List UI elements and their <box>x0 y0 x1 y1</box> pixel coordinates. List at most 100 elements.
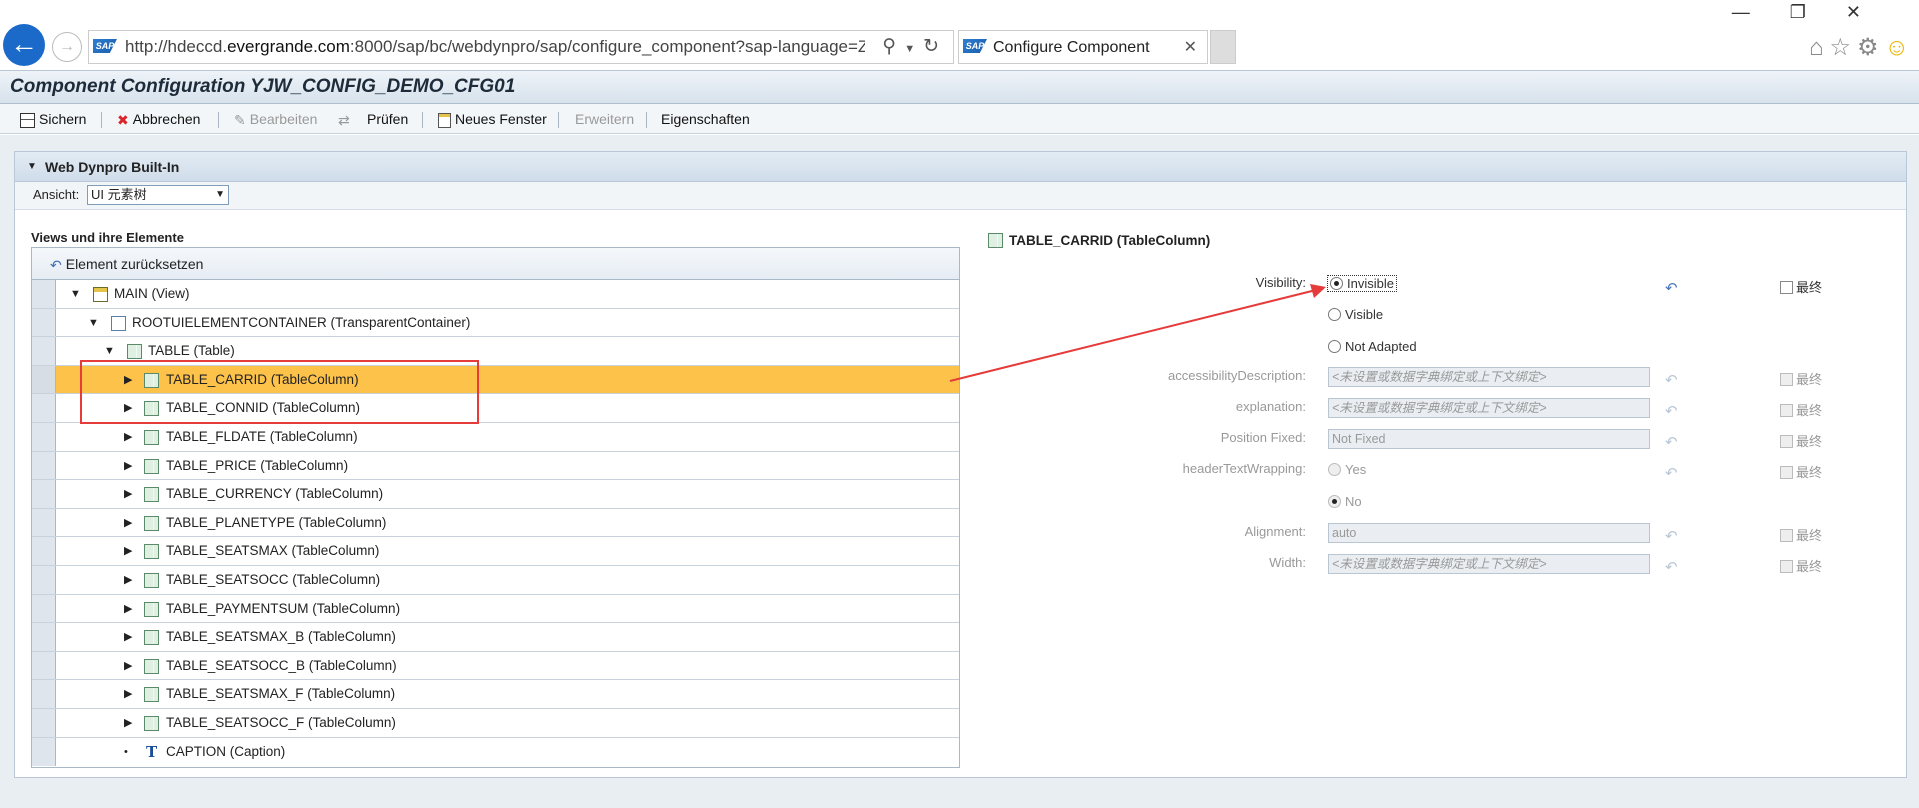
sap-logo-icon: SAP <box>963 39 987 53</box>
position-fixed-label: Position Fixed: <box>1220 430 1306 445</box>
new-tab-button[interactable] <box>1210 30 1236 64</box>
view-dropdown[interactable]: UI 元素树 ▼ <box>87 185 229 205</box>
table-column-icon <box>144 572 159 588</box>
minimize-icon[interactable]: — <box>1732 2 1790 22</box>
save-disk-icon <box>20 112 35 128</box>
collapsed-triangle-icon[interactable]: ▶ <box>124 509 132 537</box>
refresh-icon[interactable]: ↻ <box>923 36 947 57</box>
final-checkbox[interactable]: 最终 <box>1780 431 1822 450</box>
reset-icon[interactable]: ↶ <box>1665 558 1685 576</box>
new-window-button[interactable]: Neues Fenster <box>438 108 547 130</box>
expanded-triangle-icon[interactable]: ▼ <box>88 309 99 337</box>
restore-icon[interactable]: ❐ <box>1790 2 1846 22</box>
final-checkbox[interactable]: 最终 <box>1780 277 1822 296</box>
home-icon[interactable]: ⌂ <box>1809 34 1830 61</box>
feedback-smiley-icon[interactable]: ☺ <box>1884 34 1915 61</box>
tree-row-table-seatsmax[interactable]: ▶ TABLE_SEATSMAX (TableColumn) <box>32 537 959 566</box>
extend-button[interactable]: Erweitern <box>575 108 634 130</box>
reset-icon[interactable]: ↶ <box>1665 371 1685 389</box>
final-checkbox[interactable]: 最终 <box>1780 400 1822 419</box>
check-button[interactable]: Prüfen <box>367 108 408 130</box>
tree-row-main[interactable]: ▼ MAIN (View) <box>32 280 959 309</box>
final-checkbox[interactable]: 最终 <box>1780 525 1822 544</box>
collapsed-triangle-icon[interactable]: ▶ <box>124 709 132 737</box>
htw-yes-radio[interactable]: Yes <box>1328 462 1366 477</box>
properties-button[interactable]: Eigenschaften <box>661 108 750 130</box>
sap-logo-icon: SAP <box>93 39 117 53</box>
favorites-star-icon[interactable]: ☆ <box>1829 34 1857 61</box>
htw-no-radio[interactable]: No <box>1328 494 1362 509</box>
alignment-label: Alignment: <box>1244 524 1306 539</box>
collapsed-triangle-icon[interactable]: ▶ <box>124 566 132 594</box>
back-arrow-icon[interactable]: ← <box>3 24 45 66</box>
browser-chrome: ← → SAP http://hdeccd.evergrande.com:800… <box>0 0 1919 70</box>
position-fixed-field[interactable]: Not Fixed <box>1328 429 1650 449</box>
tree-row-table-fldate[interactable]: ▶ TABLE_FLDATE (TableColumn) <box>32 422 959 452</box>
reset-icon: ↶ <box>50 257 62 274</box>
tree-row-table-planetype[interactable]: ▶ TABLE_PLANETYPE (TableColumn) <box>32 508 959 538</box>
alignment-field[interactable]: auto <box>1328 523 1650 543</box>
final-checkbox[interactable]: 最终 <box>1780 556 1822 575</box>
new-window-icon <box>438 112 451 128</box>
dropdown-icon[interactable]: ▼ <box>904 43 923 55</box>
chevron-down-icon: ▼ <box>215 189 225 200</box>
reset-icon[interactable]: ↶ <box>1665 279 1685 297</box>
forward-arrow-icon[interactable]: → <box>52 32 82 62</box>
table-column-icon <box>144 487 159 503</box>
reset-icon[interactable]: ↶ <box>1665 464 1685 482</box>
reset-icon[interactable]: ↶ <box>1665 402 1685 420</box>
close-window-icon[interactable]: ✕ <box>1846 2 1901 22</box>
collapsed-triangle-icon[interactable]: ▶ <box>124 652 132 680</box>
toggle-icon[interactable]: ⇄ <box>338 108 354 130</box>
tree-row-table-seatsocc-f[interactable]: ▶ TABLE_SEATSOCC_F (TableColumn) <box>32 708 959 738</box>
tree-row-table-seatsmax-b[interactable]: ▶ TABLE_SEATSMAX_B (TableColumn) <box>32 623 959 652</box>
panel-header[interactable]: ▼ Web Dynpro Built-In <box>15 152 1906 182</box>
tree-row-table-price[interactable]: ▶ TABLE_PRICE (TableColumn) <box>32 451 959 481</box>
table-column-icon <box>144 544 159 560</box>
collapsed-triangle-icon[interactable]: ▶ <box>124 537 132 565</box>
save-button[interactable]: Sichern <box>20 108 86 130</box>
final-checkbox[interactable]: 最终 <box>1780 369 1822 388</box>
element-tree: ↶ Element zurücksetzen ▼ MAIN (View) ▼ ROOT… <box>31 247 960 768</box>
address-bar[interactable]: SAP http://hdeccd.evergrande.com:8000/sa… <box>88 30 954 64</box>
tree-row-table-seatsmax-f[interactable]: ▶ TABLE_SEATSMAX_F (TableColumn) <box>32 680 959 709</box>
table-column-icon <box>144 658 159 674</box>
close-tab-icon[interactable]: ✕ <box>1184 37 1197 57</box>
tree-row-table-seatsocc-b[interactable]: ▶ TABLE_SEATSOCC_B (TableColumn) <box>32 651 959 681</box>
reset-element-button[interactable]: ↶ Element zurücksetzen <box>32 248 959 280</box>
final-checkbox[interactable]: 最终 <box>1780 462 1822 481</box>
edit-button[interactable]: ✎ Bearbeiten <box>234 108 317 130</box>
cancel-button[interactable]: ✖ Abbrechen <box>117 108 200 130</box>
collapsed-triangle-icon[interactable]: ▶ <box>124 452 132 480</box>
visibility-visible-radio[interactable]: Visible <box>1328 307 1383 322</box>
accessibility-field[interactable]: <未设置或数据字典绑定或上下文绑定> <box>1328 367 1650 387</box>
width-label: Width: <box>1269 555 1306 570</box>
search-icon[interactable]: ⚲ <box>882 36 904 57</box>
pencil-icon: ✎ <box>234 112 246 129</box>
annotation-highlight-box <box>80 360 479 424</box>
reset-icon[interactable]: ↶ <box>1665 527 1685 545</box>
expanded-triangle-icon[interactable]: ▼ <box>70 280 81 308</box>
tree-row-caption[interactable]: • T CAPTION (Caption) <box>32 737 959 767</box>
collapsed-triangle-icon[interactable]: ▶ <box>124 680 132 708</box>
explanation-field[interactable]: <未设置或数据字典绑定或上下文绑定> <box>1328 398 1650 418</box>
table-column-icon <box>988 233 1003 248</box>
collapse-triangle-icon[interactable]: ▼ <box>27 152 37 182</box>
explanation-label: explanation: <box>1235 399 1306 414</box>
collapsed-triangle-icon[interactable]: ▶ <box>124 423 132 451</box>
tree-row-table-seatsocc[interactable]: ▶ TABLE_SEATSOCC (TableColumn) <box>32 565 959 595</box>
settings-gear-icon[interactable]: ⚙ <box>1857 34 1885 61</box>
toolbar: Sichern ✖ Abbrechen ✎ Bearbeiten ⇄ Prüfen … <box>0 104 1919 134</box>
visibility-not-adapted-radio[interactable]: Not Adapted <box>1328 339 1417 354</box>
width-field[interactable]: <未设置或数据字典绑定或上下文绑定> <box>1328 554 1650 574</box>
collapsed-triangle-icon[interactable]: ▶ <box>124 480 132 508</box>
table-column-icon <box>144 630 159 646</box>
browser-tab[interactable]: SAP Configure Component ✕ <box>958 30 1208 64</box>
collapsed-triangle-icon[interactable]: ▶ <box>124 623 132 651</box>
collapsed-triangle-icon[interactable]: ▶ <box>124 595 132 623</box>
tree-row-table-paymentsum[interactable]: ▶ TABLE_PAYMENTSUM (TableColumn) <box>32 594 959 624</box>
reset-icon[interactable]: ↶ <box>1665 433 1685 451</box>
tree-row-rootcontainer[interactable]: ▼ ROOTUIELEMENTCONTAINER (TransparentCont… <box>32 308 959 338</box>
visibility-invisible-radio[interactable]: Invisible <box>1327 275 1397 292</box>
tree-row-table-currency[interactable]: ▶ TABLE_CURRENCY (TableColumn) <box>32 480 959 509</box>
